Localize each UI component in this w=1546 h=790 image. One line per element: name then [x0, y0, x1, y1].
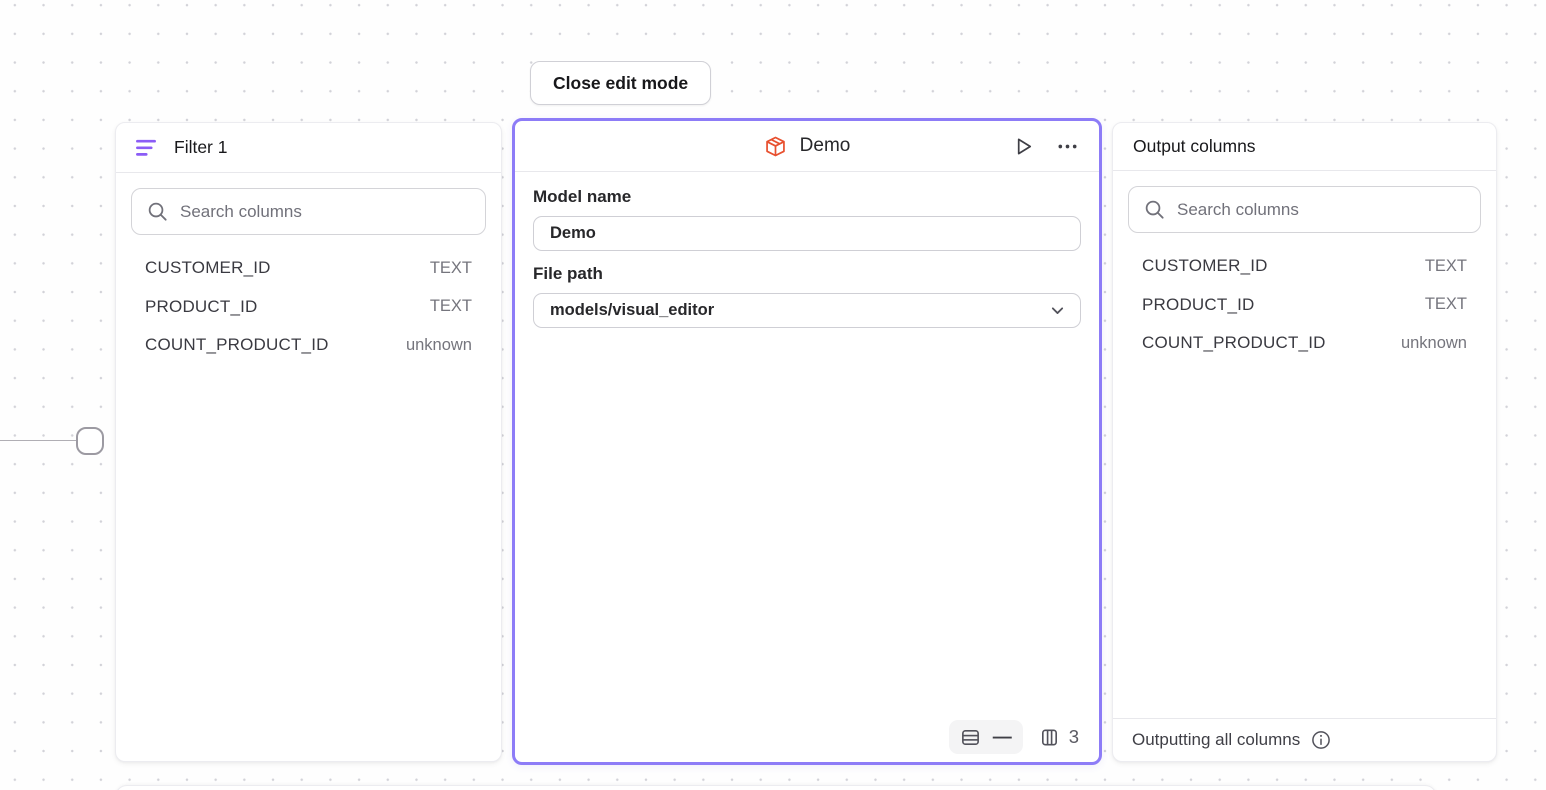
column-row[interactable]: COUNT_PRODUCT_ID unknown	[131, 326, 486, 365]
file-path-dropdown[interactable]: models/visual_editor	[533, 293, 1081, 328]
model-name-label: Model name	[533, 187, 1081, 207]
column-count-indicator[interactable]: 3	[1039, 726, 1079, 748]
column-row[interactable]: CUSTOMER_ID TEXT	[131, 249, 486, 288]
column-row[interactable]: CUSTOMER_ID TEXT	[1128, 247, 1481, 286]
close-edit-mode-button[interactable]: Close edit mode	[530, 61, 711, 105]
filter-panel-header: Filter 1	[116, 123, 501, 173]
filter-panel-title: Filter 1	[174, 137, 227, 158]
column-row[interactable]: COUNT_PRODUCT_ID unknown	[1128, 324, 1481, 363]
output-panel-header: Output columns	[1113, 123, 1496, 171]
model-panel-header: Demo	[515, 121, 1099, 172]
columns-icon	[1039, 727, 1060, 748]
column-row[interactable]: PRODUCT_ID TEXT	[131, 288, 486, 327]
column-name: CUSTOMER_ID	[1142, 256, 1268, 276]
column-type: TEXT	[430, 297, 472, 316]
column-type: TEXT	[1425, 295, 1467, 314]
output-panel-footer: Outputting all columns	[1113, 718, 1496, 761]
column-type: unknown	[406, 336, 472, 355]
column-row[interactable]: PRODUCT_ID TEXT	[1128, 286, 1481, 325]
column-name: PRODUCT_ID	[1142, 295, 1255, 315]
outputting-all-columns-text: Outputting all columns	[1132, 730, 1300, 750]
chevron-down-icon	[1049, 302, 1066, 319]
search-icon	[1144, 199, 1165, 220]
output-info-button[interactable]	[1309, 728, 1333, 752]
file-path-value: models/visual_editor	[550, 301, 714, 320]
column-count-value: 3	[1069, 726, 1079, 748]
column-name: CUSTOMER_ID	[145, 258, 271, 278]
filter-search-input[interactable]	[180, 202, 470, 222]
edge-connector-line	[0, 440, 77, 441]
output-panel-title: Output columns	[1133, 136, 1256, 157]
more-options-button[interactable]	[1054, 133, 1081, 160]
info-icon	[1311, 730, 1331, 750]
filter-node-panel[interactable]: Filter 1 CUSTOMER_ID TEXT PRODUCT_ID	[115, 122, 502, 762]
column-name: COUNT_PRODUCT_ID	[145, 335, 329, 355]
model-cube-icon	[764, 135, 787, 158]
model-node-panel[interactable]: Demo Mo	[512, 118, 1102, 765]
filter-column-list: CUSTOMER_ID TEXT PRODUCT_ID TEXT COUNT_P…	[131, 249, 486, 365]
output-search-box[interactable]	[1128, 186, 1481, 233]
model-name-input[interactable]	[533, 216, 1081, 251]
column-name: COUNT_PRODUCT_ID	[1142, 333, 1326, 353]
row-count-value: —	[993, 728, 1012, 747]
output-search-input[interactable]	[1177, 200, 1465, 220]
node-editor-canvas[interactable]: Close edit mode Filter 1	[0, 0, 1546, 790]
file-path-label: File path	[533, 264, 1081, 284]
rows-icon	[960, 727, 981, 748]
column-type: TEXT	[1425, 257, 1467, 276]
column-type: unknown	[1401, 334, 1467, 353]
run-model-button[interactable]	[1010, 133, 1037, 160]
filter-icon	[136, 139, 156, 157]
column-name: PRODUCT_ID	[145, 297, 258, 317]
output-columns-panel[interactable]: Output columns CUSTOMER_ID TEXT PRODU	[1112, 122, 1497, 762]
bottom-panel-edge	[115, 785, 1437, 790]
search-icon	[147, 201, 168, 222]
filter-search-box[interactable]	[131, 188, 486, 235]
model-panel-title: Demo	[800, 135, 851, 157]
ellipsis-icon	[1056, 135, 1079, 158]
connection-port-handle[interactable]	[76, 427, 104, 455]
output-column-list: CUSTOMER_ID TEXT PRODUCT_ID TEXT COUNT_P…	[1128, 247, 1481, 363]
play-icon	[1012, 135, 1035, 158]
column-type: TEXT	[430, 259, 472, 278]
row-count-toggle[interactable]: —	[949, 720, 1023, 754]
